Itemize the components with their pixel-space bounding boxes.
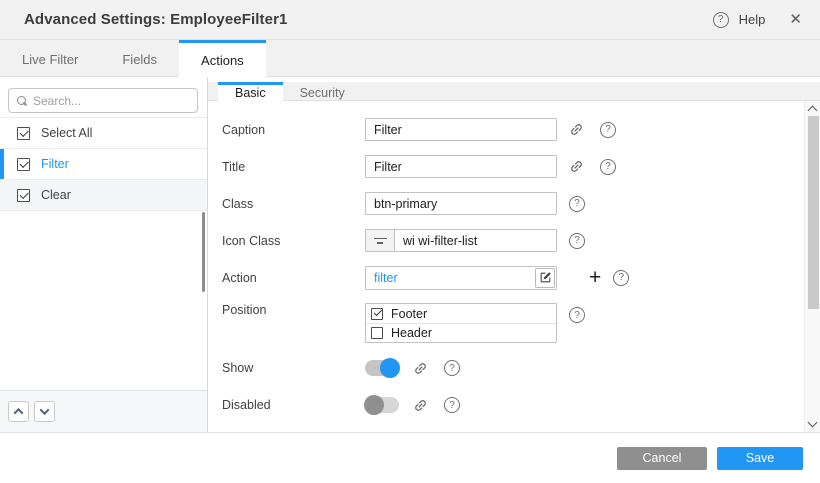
main-tabbar: Live Filter Fields Actions (0, 40, 820, 77)
dialog-footer: Cancel Save (0, 432, 820, 483)
position-options: Footer Header (365, 303, 557, 343)
tab-fields[interactable]: Fields (100, 40, 179, 76)
dialog-body: Select All Filter Clear (0, 77, 820, 432)
help-icon[interactable]: ? (569, 196, 585, 212)
scroll-down-icon[interactable] (808, 418, 818, 428)
show-toggle[interactable] (365, 360, 399, 376)
sidebar-item-clear[interactable]: Clear (0, 180, 207, 211)
form-row-icon-class: Icon Class ? (222, 229, 820, 252)
icon-class-input[interactable] (395, 230, 556, 251)
help-icon[interactable]: ? (444, 397, 460, 413)
search-box[interactable] (8, 88, 198, 113)
position-option-footer[interactable]: Footer (366, 304, 556, 323)
help-icon[interactable]: ? (569, 307, 585, 323)
save-button[interactable]: Save (717, 447, 803, 470)
select-all-checkbox[interactable] (17, 127, 30, 140)
help-link[interactable]: Help (739, 12, 766, 27)
search-icon (17, 96, 26, 105)
sidebar-footer (0, 390, 207, 432)
toggle-knob (364, 395, 384, 415)
add-action-button[interactable]: + (589, 267, 601, 288)
bind-link-icon[interactable] (569, 159, 584, 174)
title-input[interactable] (365, 155, 557, 178)
action-field[interactable]: filter (365, 266, 557, 290)
disabled-label: Disabled (222, 398, 365, 412)
form-row-class: Class ? (222, 192, 820, 215)
bind-link-icon[interactable] (569, 122, 584, 137)
header-checkbox[interactable] (371, 327, 383, 339)
help-icon[interactable]: ? (713, 12, 729, 28)
help-icon[interactable]: ? (569, 233, 585, 249)
icon-picker-button[interactable] (366, 230, 395, 251)
form-row-show: Show ? (222, 358, 820, 378)
icon-class-group (365, 229, 557, 252)
search-input[interactable] (33, 94, 189, 108)
tab-actions[interactable]: Actions (179, 40, 266, 77)
position-label: Position (222, 303, 365, 317)
help-icon[interactable]: ? (613, 270, 629, 286)
position-option-header[interactable]: Header (366, 323, 556, 342)
chevron-down-icon (40, 405, 50, 415)
help-icon[interactable]: ? (444, 360, 460, 376)
header-actions: ? Help ✕ (713, 12, 802, 28)
edit-action-button[interactable] (535, 268, 555, 288)
basic-settings-form: Caption ? Title (208, 101, 820, 432)
footer-checkbox[interactable] (371, 308, 383, 320)
dialog-title: Advanced Settings: EmployeeFilter1 (24, 11, 287, 28)
sidebar-item-label: Select All (41, 126, 92, 140)
form-row-action: Action filter + ? (222, 266, 820, 289)
move-down-button[interactable] (34, 401, 55, 422)
class-input[interactable] (365, 192, 557, 215)
disabled-toggle[interactable] (365, 397, 399, 413)
form-row-caption: Caption ? (222, 118, 820, 141)
filter-list-icon (374, 237, 387, 245)
sub-tabbar: Basic Security (208, 82, 820, 101)
caption-label: Caption (222, 123, 365, 137)
sidebar-item-label: Clear (41, 188, 71, 202)
help-icon[interactable]: ? (600, 122, 616, 138)
close-icon[interactable]: ✕ (789, 12, 802, 27)
bind-link-icon[interactable] (413, 361, 428, 376)
sidebar-item-label: Filter (41, 157, 69, 171)
toggle-knob (380, 358, 400, 378)
tab-basic[interactable]: Basic (218, 82, 283, 101)
action-list: Select All Filter Clear (0, 117, 207, 211)
sidebar-item-filter[interactable]: Filter (0, 149, 207, 180)
form-row-position: Position Footer Header ? (222, 303, 820, 343)
advanced-settings-dialog: Advanced Settings: EmployeeFilter1 ? Hel… (0, 0, 820, 483)
clear-checkbox[interactable] (17, 189, 30, 202)
action-label: Action (222, 271, 365, 285)
form-row-title: Title ? (222, 155, 820, 178)
tab-live-filter[interactable]: Live Filter (0, 40, 100, 76)
class-label: Class (222, 197, 365, 211)
position-option-label: Header (391, 326, 432, 340)
icon-class-label: Icon Class (222, 234, 365, 248)
title-label: Title (222, 160, 365, 174)
help-icon[interactable]: ? (600, 159, 616, 175)
actions-sidebar: Select All Filter Clear (0, 77, 208, 432)
chevron-up-icon (14, 408, 24, 418)
show-label: Show (222, 361, 365, 375)
bind-link-icon[interactable] (413, 398, 428, 413)
cancel-button[interactable]: Cancel (617, 447, 707, 470)
tab-security[interactable]: Security (283, 82, 362, 100)
position-option-label: Footer (391, 307, 427, 321)
filter-checkbox[interactable] (17, 158, 30, 171)
sidebar-scrollbar-thumb[interactable] (202, 212, 205, 292)
move-up-button[interactable] (8, 401, 29, 422)
settings-panel: Basic Security Caption ? (208, 77, 820, 432)
dialog-header: Advanced Settings: EmployeeFilter1 ? Hel… (0, 0, 820, 40)
caption-input[interactable] (365, 118, 557, 141)
scrollbar-thumb[interactable] (808, 116, 819, 309)
vertical-scrollbar[interactable] (804, 101, 820, 432)
action-value[interactable]: filter (366, 271, 535, 285)
form-row-disabled: Disabled ? (222, 395, 820, 415)
sidebar-item-select-all[interactable]: Select All (0, 118, 207, 149)
scroll-up-icon[interactable] (808, 106, 818, 116)
